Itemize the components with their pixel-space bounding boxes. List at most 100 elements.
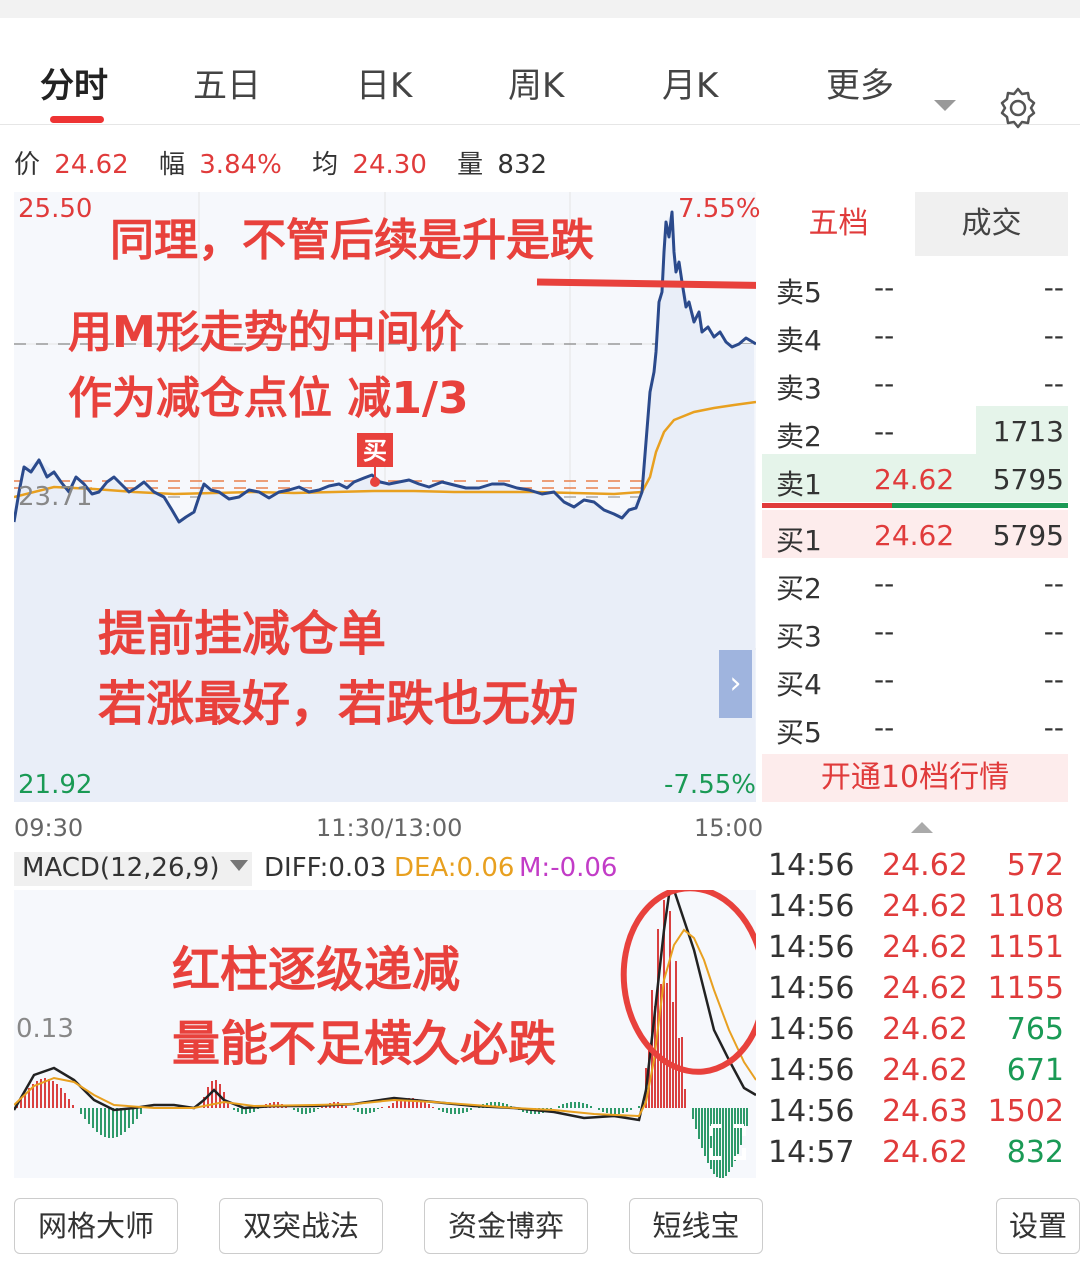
buy-marker[interactable]: 买 (357, 434, 393, 468)
macd-selector[interactable]: MACD(12,26,9) (14, 852, 252, 886)
macd-bar (361, 1108, 363, 1114)
tab-five-levels[interactable]: 五档 (762, 192, 915, 256)
macd-bar (450, 1108, 452, 1114)
period-tabs: 分时 五日 日K 周K 月K 更多 (0, 30, 1080, 129)
macd-bar (692, 1108, 694, 1119)
ask-volume: 1713 (992, 415, 1064, 448)
macd-bar (432, 1107, 434, 1108)
bid-level-label: 买5 (776, 716, 822, 749)
macd-bar (701, 1108, 703, 1148)
ask-volume: -- (1043, 319, 1064, 352)
double-breakout-button[interactable]: 双突战法 (219, 1198, 383, 1254)
ask-volume: -- (1043, 271, 1064, 304)
ask-level-label: 卖5 (776, 276, 822, 309)
bid-level-label: 买3 (776, 620, 822, 653)
macd-bar (132, 1108, 134, 1124)
quote-summary: 价 24.62 幅 3.84% 均 24.30 量 832 (14, 144, 553, 180)
tab-monthly-k[interactable]: 月K (662, 58, 718, 107)
macd-bar (713, 1108, 715, 1174)
y-axis-high: 25.50 (18, 194, 93, 224)
macd-bar (301, 1108, 303, 1114)
macd-bar (428, 1104, 430, 1108)
macd-y-label: 0.13 (16, 1014, 74, 1044)
macd-bar (373, 1108, 375, 1112)
change-label: 幅 (158, 150, 185, 180)
tab-five-day[interactable]: 五日 (193, 58, 261, 107)
macd-bar (104, 1108, 106, 1137)
macd-bar (470, 1108, 472, 1110)
macd-bar (112, 1108, 114, 1138)
macd-bar (52, 1081, 54, 1108)
macd-bar (618, 1108, 620, 1114)
macd-bar (582, 1103, 584, 1108)
macd-bar (606, 1108, 608, 1113)
ask-level-label: 卖3 (776, 372, 822, 405)
macd-bar (614, 1108, 616, 1114)
macd-bar (562, 1104, 564, 1108)
macd-bar (610, 1108, 612, 1114)
chevron-down-icon[interactable] (934, 100, 956, 111)
bid-level-label: 买4 (776, 668, 822, 701)
macd-selector-label: MACD(12,26,9) (22, 853, 220, 883)
time-axis-mid: 11:30/13:00 (316, 814, 463, 842)
status-strip (0, 0, 1080, 18)
chevron-right-icon[interactable]: › (719, 650, 752, 718)
ask-volume: -- (1043, 367, 1064, 400)
unlock-ten-levels-button[interactable]: 开通10档行情 (762, 754, 1068, 802)
tick-row: 14:56 24.62 765 (762, 1010, 1080, 1051)
annotation-7: 量能不足横久必跌 (172, 1016, 557, 1072)
tick-row: 14:56 24.62 1155 (762, 969, 1080, 1010)
tick-price: 24.62 (882, 971, 968, 1006)
short-line-button[interactable]: 短线宝 (629, 1198, 763, 1254)
macd-bar (675, 961, 677, 1108)
ask-price: -- (874, 319, 895, 352)
tick-row: 14:56 24.62 1108 (762, 887, 1080, 928)
settings-button[interactable]: 设置 (996, 1198, 1080, 1254)
tick-volume: 572 (1006, 848, 1064, 883)
time-axis-start: 09:30 (14, 814, 84, 842)
bid-volume: -- (1043, 615, 1064, 648)
bid-volume: -- (1043, 663, 1064, 696)
macd-bar (731, 1108, 733, 1167)
ask-level-label: 卖2 (776, 420, 822, 453)
time-axis-end: 15:00 (694, 814, 764, 842)
macd-bar (669, 911, 671, 1108)
bid-strength-bar (762, 503, 892, 508)
macd-bar (140, 1108, 142, 1114)
macd-bar (305, 1108, 307, 1114)
ask-price: -- (874, 271, 895, 304)
tab-daily-k[interactable]: 日K (356, 58, 412, 107)
macd-bar (96, 1108, 98, 1132)
macd-bar (388, 1106, 390, 1108)
macd-bar (424, 1102, 426, 1108)
macd-bar (313, 1108, 315, 1112)
macd-bar (626, 1108, 628, 1112)
macd-bar (602, 1108, 604, 1112)
ask-level-label: 卖4 (776, 324, 822, 357)
macd-m: M:-0.06 (519, 853, 618, 883)
chevron-up-icon[interactable] (911, 822, 933, 833)
tab-intraday[interactable]: 分时 (40, 58, 108, 107)
macd-bar (120, 1108, 122, 1135)
bid-row: 买4 -- -- (762, 654, 1068, 702)
macd-bar (68, 1099, 70, 1108)
macd-bar (684, 1089, 686, 1108)
macd-bar (458, 1108, 460, 1114)
tab-weekly-k[interactable]: 周K (508, 58, 564, 107)
grid-master-button[interactable]: 网格大师 (14, 1198, 178, 1254)
tick-row: 14:56 24.62 671 (762, 1051, 1080, 1092)
bid-price: -- (874, 711, 895, 744)
volume-label: 量 (457, 150, 484, 180)
tick-row: 14:56 24.63 1502 (762, 1092, 1080, 1133)
macd-bar (108, 1108, 110, 1138)
tab-more[interactable]: 更多 (826, 58, 894, 107)
tick-price: 24.62 (882, 1012, 968, 1047)
annotation-2: 用M形走势的中间价 (68, 307, 464, 358)
macd-bar (317, 1108, 319, 1109)
macd-bar (48, 1079, 50, 1108)
macd-bar (716, 1108, 718, 1177)
fund-game-button[interactable]: 资金博弈 (424, 1198, 588, 1254)
tab-deals[interactable]: 成交 (915, 192, 1068, 256)
gear-icon[interactable] (996, 86, 1040, 130)
macd-bar (369, 1108, 371, 1113)
